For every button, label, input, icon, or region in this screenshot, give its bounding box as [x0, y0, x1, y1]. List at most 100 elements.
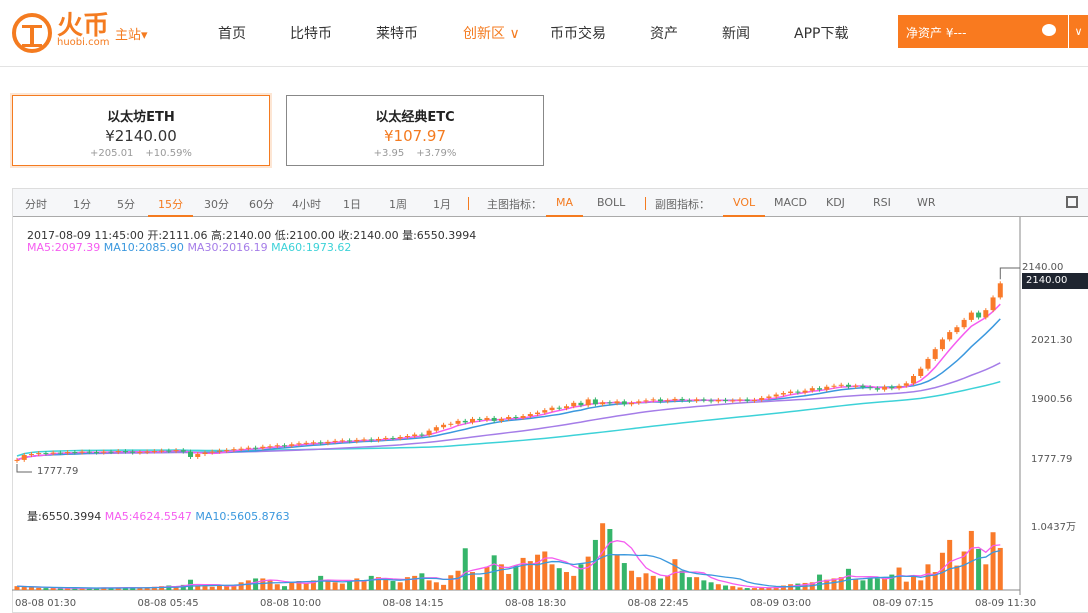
candle [238, 448, 244, 450]
candle [730, 400, 736, 402]
volume-bar [412, 575, 418, 590]
current-price-tag: 2140.00 [1022, 273, 1088, 289]
candle [520, 415, 526, 418]
candle [79, 451, 85, 453]
candle [332, 440, 338, 442]
candle [289, 444, 295, 446]
candle [491, 417, 497, 421]
candle [882, 386, 888, 390]
candle [498, 418, 504, 421]
candle [477, 418, 483, 420]
candle [954, 327, 960, 333]
candle [506, 416, 512, 419]
volume-bar [672, 559, 678, 590]
candle [643, 400, 649, 402]
volume-bar [368, 575, 374, 590]
volume-bar [289, 582, 295, 590]
candle [368, 439, 374, 441]
volume-bar [990, 532, 996, 590]
candle [462, 420, 468, 423]
candle [50, 452, 56, 454]
candle [701, 399, 707, 401]
time-tick-label: 08-08 01:30 [15, 598, 77, 609]
candle [925, 358, 931, 369]
candle [122, 451, 128, 453]
volume-bar [527, 561, 533, 590]
candle [535, 412, 541, 415]
candle [209, 451, 215, 453]
candle [571, 402, 577, 407]
candle [433, 427, 439, 431]
max-price-label: 2140.00 [1022, 262, 1064, 273]
volume-bar [282, 586, 288, 590]
volume-bar [715, 584, 721, 590]
time-tick-label: 08-08 05:45 [137, 598, 199, 609]
candle [231, 449, 237, 451]
volume-bar [976, 548, 982, 590]
volume-bar [477, 577, 483, 590]
max-price-marker [999, 267, 1020, 280]
candle [715, 399, 721, 402]
candle [224, 450, 230, 452]
volume-bar [419, 573, 425, 590]
candle [347, 440, 353, 442]
candle [86, 451, 92, 453]
candle [397, 436, 403, 439]
min-price-label: 1777.79 [37, 466, 79, 477]
candle [621, 401, 627, 405]
candle [838, 384, 844, 386]
volume-bar [433, 582, 439, 590]
time-tick-label: 08-09 11:30 [975, 598, 1037, 609]
candle [303, 442, 309, 444]
candle [144, 451, 150, 453]
candle [983, 310, 989, 318]
candle [274, 445, 280, 447]
time-tick-label: 08-08 18:30 [505, 598, 567, 609]
volume-bar [737, 587, 743, 590]
volume-bar [209, 586, 215, 590]
candle [151, 451, 157, 453]
candle [339, 440, 345, 442]
time-tick-label: 08-08 10:00 [260, 598, 322, 609]
candle [766, 396, 772, 398]
candle [744, 399, 750, 401]
candle [759, 397, 765, 400]
volume-bar [896, 567, 902, 590]
volume-bar [426, 580, 432, 590]
volume-bar [563, 572, 569, 590]
volume-bar [303, 582, 309, 590]
min-price-marker [16, 464, 32, 473]
candle [780, 393, 786, 395]
candle [354, 439, 360, 442]
candle [824, 386, 830, 390]
volume-bar [455, 570, 461, 590]
volume-bar [571, 575, 577, 590]
candle [65, 452, 71, 454]
candle [404, 435, 410, 437]
candle [202, 452, 208, 455]
volume-bar [441, 584, 447, 590]
candle [947, 332, 953, 340]
volume-bar [50, 588, 56, 590]
volume-bar [556, 568, 562, 590]
volume-bar [665, 575, 671, 590]
candle [860, 385, 866, 388]
candle [751, 399, 757, 401]
candle [484, 417, 490, 420]
price-tick-label: 2021.30 [1031, 335, 1073, 347]
candle [795, 391, 801, 393]
candle [296, 443, 302, 445]
candle [939, 339, 945, 350]
volume-bar [484, 566, 490, 590]
candle [723, 399, 729, 401]
volume-bar [867, 577, 873, 590]
candle [549, 407, 555, 411]
candle [267, 446, 273, 448]
volume-bar [513, 565, 519, 590]
candle [513, 416, 519, 418]
volume-bar [853, 579, 859, 590]
kline-chart[interactable] [0, 0, 1088, 613]
candle [809, 388, 815, 391]
volume-bar [679, 570, 685, 590]
candle [419, 434, 425, 436]
